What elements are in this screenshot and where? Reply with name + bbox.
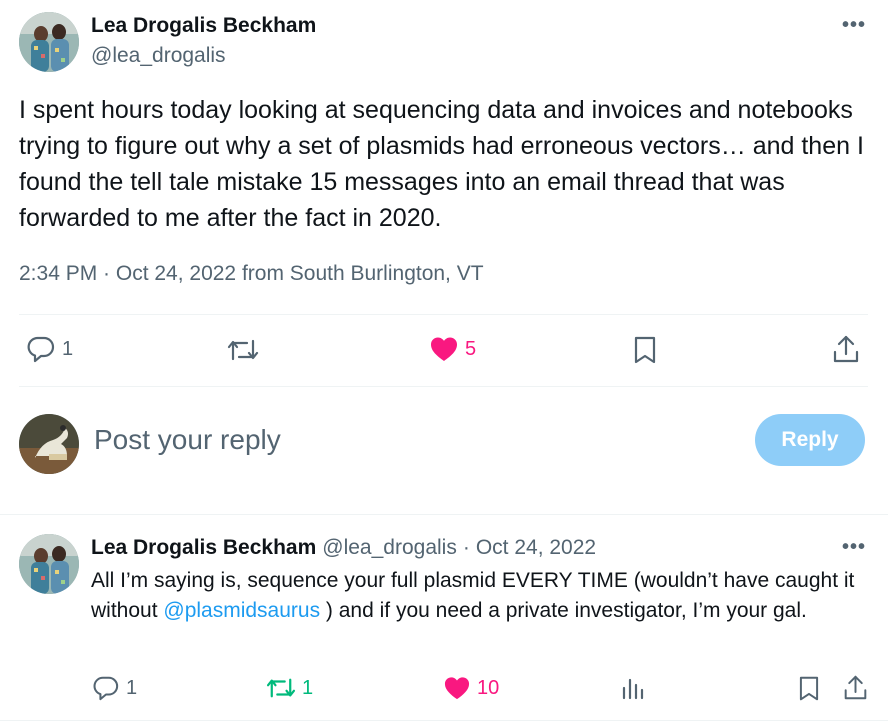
section-divider (0, 514, 888, 515)
reply-text-after: ) and if you need a private investigator… (320, 599, 807, 622)
bookmark-icon (798, 675, 820, 702)
reply-text: All I’m saying is, sequence your full pl… (91, 566, 871, 626)
bookmark-icon (633, 335, 657, 365)
bottom-divider (0, 720, 888, 721)
tweet-timestamp[interactable]: 2:34 PM · Oct 24, 2022 from South Burlin… (19, 262, 484, 286)
analytics-button[interactable] (621, 676, 645, 700)
reply-count: 1 (126, 676, 138, 699)
like-count: 10 (477, 676, 500, 699)
more-options-icon[interactable]: ••• (842, 14, 866, 37)
like-button[interactable]: 10 (443, 675, 499, 701)
share-button[interactable] (843, 674, 868, 701)
repost-count: 1 (302, 676, 314, 699)
share-icon (832, 334, 860, 364)
author-name[interactable]: Lea Drogalis Beckham (91, 14, 316, 38)
reply-author-avatar[interactable] (19, 534, 79, 594)
repost-button[interactable]: 1 (266, 676, 313, 700)
author-handle[interactable]: @lea_drogalis (91, 44, 226, 68)
divider (19, 314, 868, 315)
repost-button[interactable] (227, 337, 259, 363)
divider (19, 386, 868, 387)
reply-input[interactable]: Post your reply (94, 424, 281, 456)
more-options-icon[interactable]: ••• (842, 536, 866, 559)
tweet-text: I spent hours today looking at sequencin… (19, 96, 864, 232)
separator-dot: · (462, 536, 470, 559)
reply-icon (92, 675, 120, 701)
reply-icon (26, 335, 56, 363)
reply-header: Lea Drogalis Beckham @lea_drogalis · Oct… (91, 536, 596, 560)
reply-count: 1 (62, 337, 74, 360)
bookmark-button[interactable] (798, 675, 820, 702)
reply-author-name[interactable]: Lea Drogalis Beckham (91, 536, 316, 560)
reply-button[interactable]: 1 (92, 675, 137, 701)
reply-submit-button[interactable]: Reply (755, 414, 865, 466)
share-icon (843, 674, 868, 701)
repost-icon (266, 676, 296, 700)
reply-date[interactable]: Oct 24, 2022 (476, 536, 596, 560)
reply-button[interactable]: 1 (26, 335, 73, 363)
repost-icon (227, 337, 259, 363)
reply-author-handle[interactable]: @lea_drogalis (322, 536, 457, 560)
author-avatar[interactable] (19, 12, 79, 72)
like-count: 5 (465, 337, 477, 360)
current-user-avatar[interactable] (19, 414, 79, 474)
bookmark-button[interactable] (633, 335, 657, 365)
like-button[interactable]: 5 (429, 335, 476, 363)
heart-filled-icon (443, 675, 471, 701)
mention-link[interactable]: @plasmidsaurus (163, 599, 320, 622)
heart-filled-icon (429, 335, 459, 363)
analytics-icon (621, 676, 645, 700)
share-button[interactable] (832, 334, 860, 364)
